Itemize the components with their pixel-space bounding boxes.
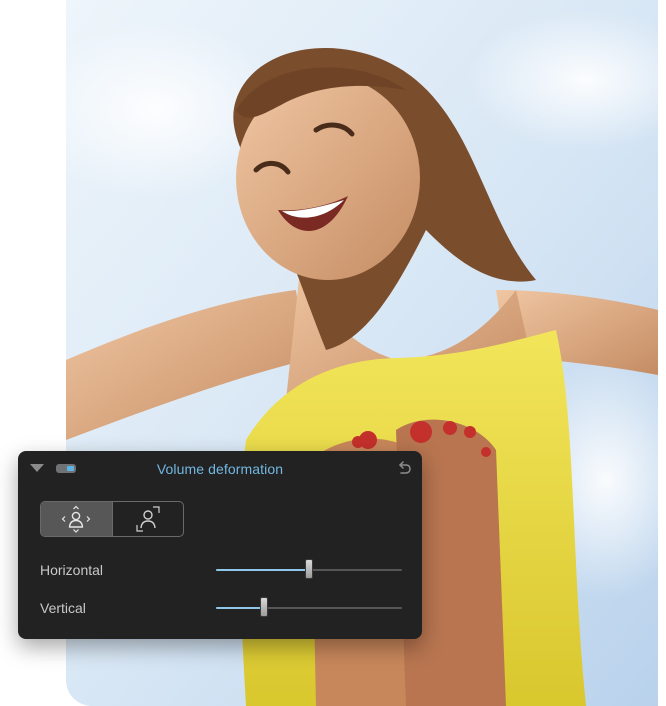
mode-person-frame-button[interactable] [111,502,184,536]
volume-deformation-panel: Volume deformation Horizontal Vertical [18,451,422,639]
mode-segmented-control [40,501,184,537]
vertical-slider[interactable] [216,597,402,617]
vertical-slider-fill [216,607,265,609]
horizontal-label: Horizontal [40,562,104,578]
panel-title: Volume deformation [156,461,284,477]
horizontal-slider-fill [216,569,309,571]
vertical-slider-thumb[interactable] [260,597,269,617]
horizontal-slider[interactable] [216,559,402,579]
person-volume-icon [61,505,91,533]
mode-person-volume-button[interactable] [41,502,112,536]
panel-header: Volume deformation [18,451,422,485]
person-frame-icon [135,506,160,532]
vertical-label: Vertical [40,600,86,616]
reset-undo-icon[interactable] [395,459,413,477]
horizontal-slider-thumb[interactable] [305,559,313,579]
